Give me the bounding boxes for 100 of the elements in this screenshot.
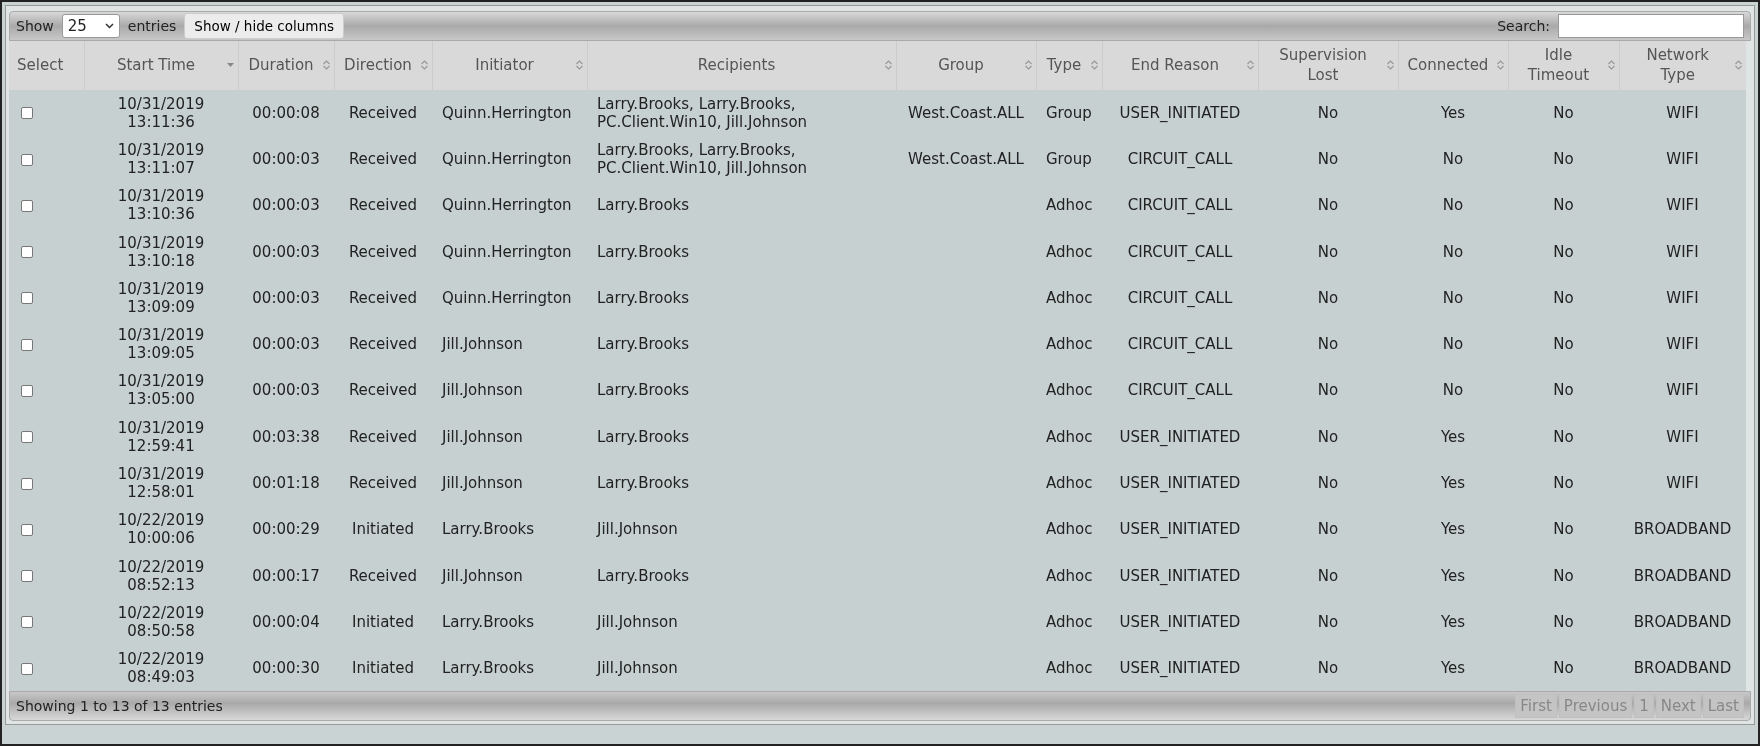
- table-cell: WIFI: [1666, 427, 1699, 446]
- row-checkbox[interactable]: [21, 385, 33, 397]
- table-cell: 00:00:03: [252, 242, 320, 261]
- table-cell: No: [1317, 242, 1339, 261]
- table-cell: BROADBAND: [1633, 520, 1732, 539]
- row-checkbox[interactable]: [21, 662, 33, 675]
- table-cell: No: [1317, 566, 1339, 585]
- table-cell: Received: [348, 474, 418, 493]
- table-cell: 10/31/2019 13:09:05: [117, 326, 205, 363]
- table-cell: Adhoc: [1046, 566, 1093, 585]
- table-cell: Larry.Brooks: [597, 196, 690, 215]
- table-cell: No: [1553, 103, 1574, 122]
- column-header[interactable]: Type: [1036, 40, 1102, 90]
- row-checkbox[interactable]: [21, 199, 33, 212]
- column-header[interactable]: Group: [896, 40, 1036, 90]
- row-checkbox[interactable]: [21, 246, 33, 259]
- table-cell: Received: [348, 150, 418, 168]
- table-cell: WIFI: [1666, 242, 1699, 261]
- column-header[interactable]: Duration: [238, 40, 334, 90]
- search-label: Search:: [1497, 17, 1550, 34]
- table-cell: West.Coast.ALL: [908, 103, 1024, 122]
- table-cell: Adhoc: [1046, 520, 1093, 539]
- table-cell: Initiated: [352, 612, 414, 631]
- row-checkbox[interactable]: [21, 616, 33, 629]
- table-cell: 00:00:03: [252, 196, 320, 215]
- table-cell: No: [1317, 520, 1339, 539]
- table-cell: West.Coast.ALL: [908, 150, 1024, 168]
- table-cell: Jill.Johnson: [442, 474, 523, 493]
- column-header[interactable]: Supervision Lost: [1258, 40, 1398, 90]
- row-checkbox[interactable]: [21, 107, 33, 120]
- table-cell: Initiated: [352, 520, 414, 539]
- table-cell: 10/22/2019 08:52:13: [117, 557, 205, 594]
- table-cell: Larry.Brooks: [597, 288, 690, 307]
- table-cell: Larry.Brooks: [597, 242, 690, 261]
- table-cell: No: [1317, 335, 1339, 354]
- table-cell: WIFI: [1666, 381, 1699, 400]
- entries-label: entries: [127, 17, 177, 34]
- table-cell: No: [1553, 242, 1574, 261]
- page-size-select[interactable]: 25: [61, 13, 120, 38]
- column-header[interactable]: End Reason: [1102, 40, 1258, 90]
- table-cell: No: [1553, 288, 1574, 307]
- table-cell: Yes: [1440, 520, 1466, 539]
- column-header[interactable]: Direction: [334, 40, 432, 90]
- table-cell: USER_INITIATED: [1119, 566, 1241, 585]
- table-cell: Jill.Johnson: [597, 659, 678, 678]
- table-cell: Jill.Johnson: [442, 381, 523, 400]
- show-hide-columns-button[interactable]: Show / hide columns: [184, 12, 345, 39]
- table-cell: No: [1553, 659, 1574, 678]
- table-cell: USER_INITIATED: [1119, 520, 1241, 539]
- table-cell: No: [1317, 196, 1339, 215]
- table-cell: WIFI: [1666, 474, 1699, 493]
- table-cell: Adhoc: [1046, 242, 1093, 261]
- table-cell: Adhoc: [1046, 381, 1093, 400]
- column-header[interactable]: Recipients: [587, 40, 896, 90]
- search-field[interactable]: [1558, 13, 1744, 38]
- row-checkbox[interactable]: [21, 523, 33, 536]
- table-cell: 00:00:29: [252, 520, 320, 539]
- table-cell: USER_INITIATED: [1119, 427, 1241, 446]
- table-cell: WIFI: [1666, 288, 1699, 307]
- table-cell: No: [1317, 659, 1339, 678]
- row-checkbox[interactable]: [21, 431, 33, 444]
- row-checkbox[interactable]: [21, 153, 33, 166]
- table-cell: CIRCUIT_CALL: [1127, 242, 1233, 261]
- table-cell: 10/22/2019 08:49:03: [117, 650, 205, 687]
- column-header: Select: [9, 40, 84, 90]
- table-cell: 00:00:03: [252, 150, 320, 168]
- table-cell: USER_INITIATED: [1119, 474, 1241, 493]
- table-cell: USER_INITIATED: [1119, 103, 1241, 122]
- table-cell: No: [1317, 288, 1339, 307]
- table-cell: Received: [348, 566, 418, 585]
- table-cell: Larry.Brooks, Larry.Brooks, PC.Client.Win10, Jill.Johnson: [597, 94, 808, 131]
- table-cell: Yes: [1440, 474, 1466, 493]
- table-cell: Received: [348, 103, 418, 122]
- row-checkbox[interactable]: [21, 338, 33, 351]
- table-cell: Adhoc: [1046, 474, 1093, 493]
- row-checkbox[interactable]: [21, 570, 33, 583]
- table-cell: CIRCUIT_CALL: [1127, 288, 1233, 307]
- table-cell: Yes: [1440, 103, 1466, 122]
- column-header[interactable]: Start Time: [84, 40, 238, 90]
- table-cell: No: [1317, 612, 1339, 631]
- table-cell: Adhoc: [1046, 288, 1093, 307]
- table-cell: Larry.Brooks, Larry.Brooks, PC.Client.Win10, Jill.Johnson: [597, 141, 808, 177]
- table-cell: No: [1317, 474, 1339, 493]
- table-cell: Group: [1046, 150, 1092, 168]
- table-cell: 00:03:38: [252, 427, 320, 446]
- table-cell: Quinn.Herrington: [442, 103, 572, 122]
- row-checkbox[interactable]: [21, 292, 33, 305]
- table-cell: 00:01:18: [252, 474, 320, 493]
- table-cell: WIFI: [1666, 335, 1699, 354]
- column-header[interactable]: Network Type: [1619, 40, 1746, 90]
- table-cell: Received: [348, 381, 418, 400]
- table-cell: 00:00:30: [252, 659, 320, 678]
- table-cell: Adhoc: [1046, 335, 1093, 354]
- column-header[interactable]: Initiator: [432, 40, 587, 90]
- table-cell: No: [1317, 150, 1339, 168]
- column-header[interactable]: Idle Timeout: [1508, 40, 1619, 90]
- table-cell: Adhoc: [1046, 427, 1093, 446]
- row-checkbox[interactable]: [21, 477, 33, 490]
- column-header[interactable]: Connected: [1398, 40, 1508, 90]
- table-cell: Larry.Brooks: [597, 335, 690, 354]
